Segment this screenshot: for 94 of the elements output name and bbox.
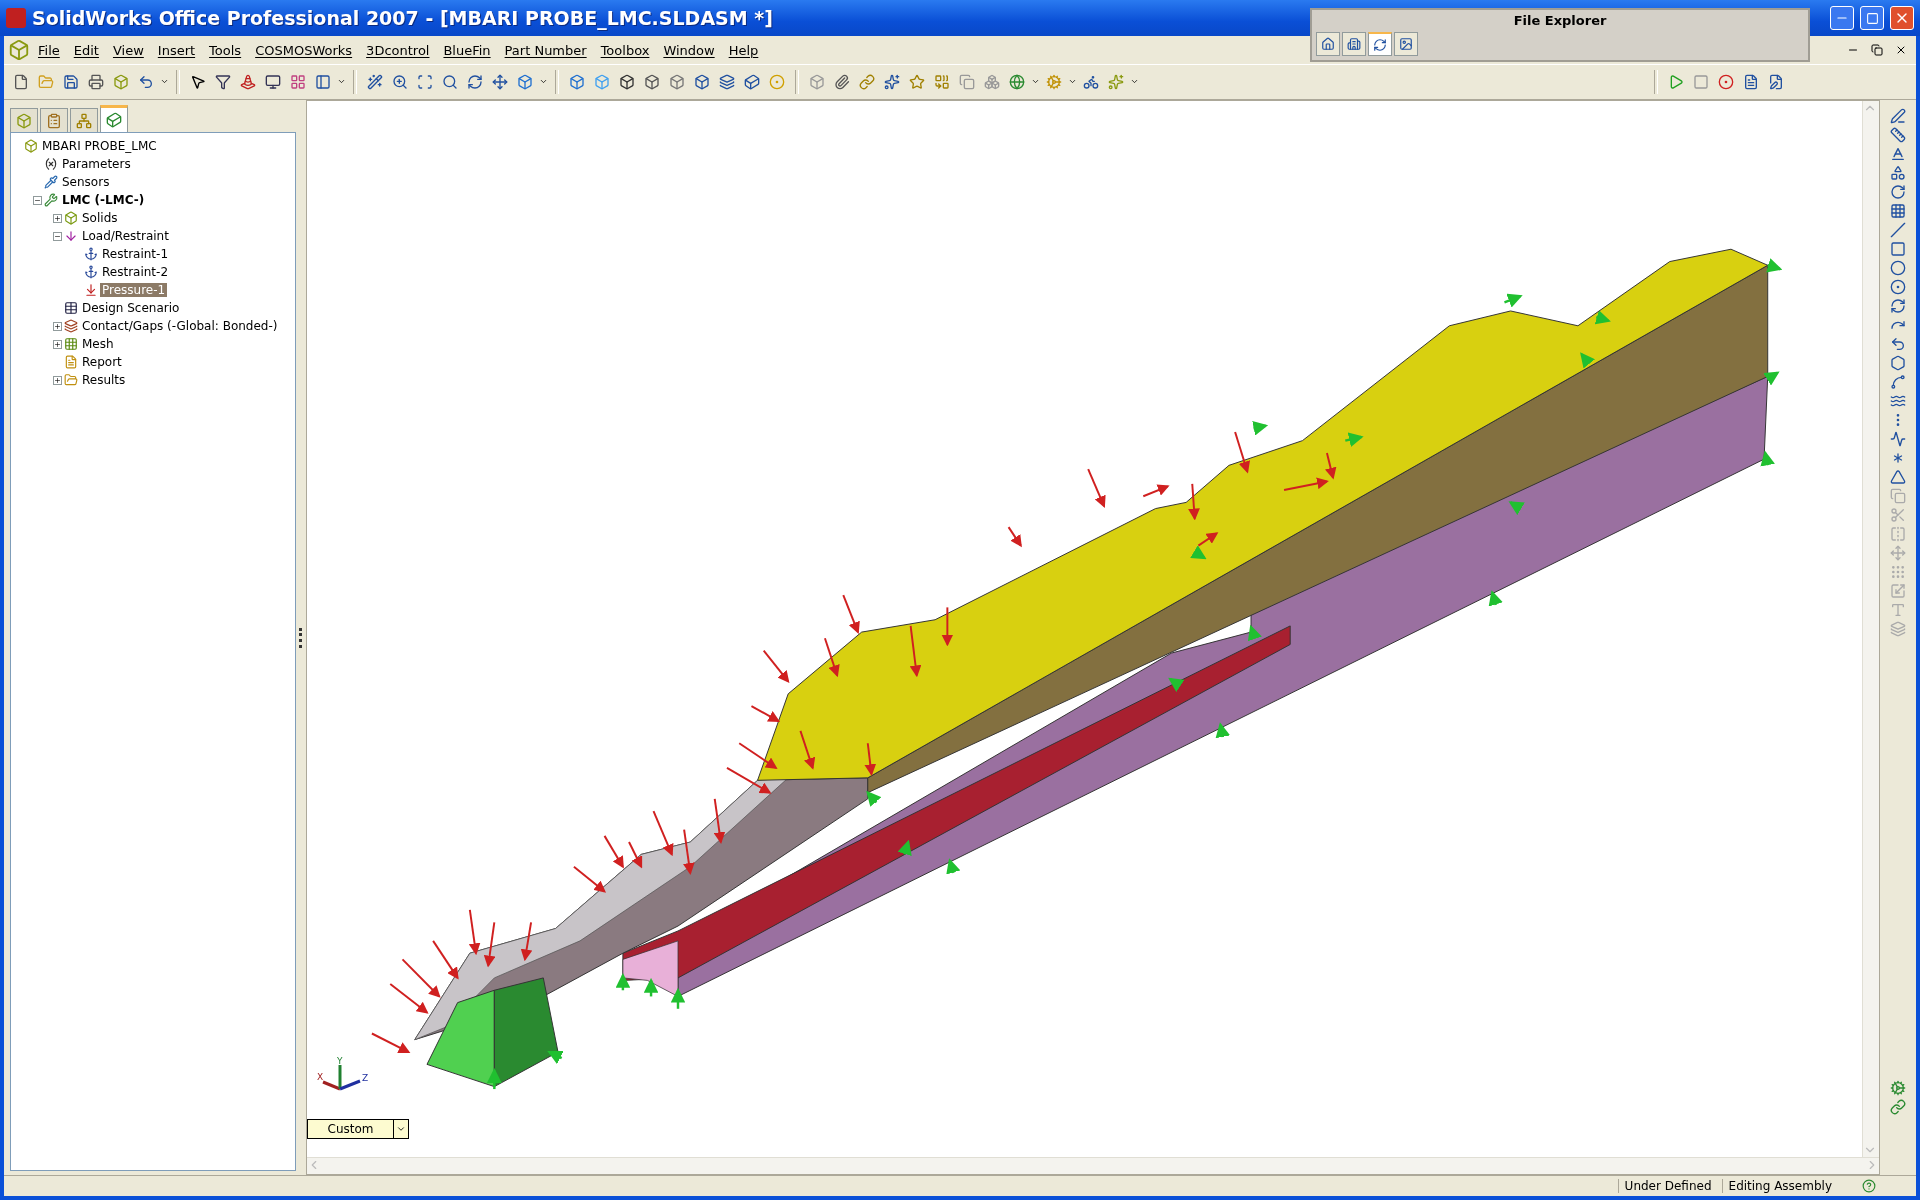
- plus-icon: [54, 322, 61, 330]
- tree-item[interactable]: LMC (-LMC-): [60, 193, 147, 207]
- menu-item[interactable]: Part Number: [498, 40, 593, 60]
- building-icon: [1347, 37, 1361, 51]
- tree-item[interactable]: Results: [80, 373, 128, 387]
- close-icon: [1895, 44, 1907, 56]
- cube-icon: [64, 211, 78, 225]
- minimize-button[interactable]: [1830, 6, 1854, 30]
- plus-icon: [54, 376, 61, 384]
- grid-icon[interactable]: [1890, 203, 1906, 219]
- circle-icon[interactable]: [1890, 260, 1906, 276]
- maximize-button[interactable]: [1860, 6, 1884, 30]
- spline-icon[interactable]: [1890, 374, 1906, 390]
- explorer-tab[interactable]: [1316, 32, 1340, 56]
- panel-tab[interactable]: [70, 108, 98, 132]
- menu-item[interactable]: View: [106, 40, 150, 60]
- tree-item[interactable]: Contact/Gaps (-Global: Bonded-): [80, 319, 280, 333]
- status-text: Editing Assembly: [1721, 1179, 1838, 1193]
- variable-icon: [44, 157, 58, 171]
- axis-triad-drawing: X Y Z: [315, 1057, 375, 1097]
- assembly-icon[interactable]: [8, 39, 30, 61]
- curve-icon[interactable]: [1890, 393, 1906, 409]
- rectangle-icon[interactable]: [1890, 241, 1906, 257]
- menu-item[interactable]: Tools: [203, 40, 248, 60]
- cube-icon: [106, 112, 122, 128]
- menu-item[interactable]: Edit: [67, 40, 105, 60]
- link-icon[interactable]: [1890, 1099, 1906, 1115]
- tree-item[interactable]: Report: [80, 355, 124, 369]
- arrow-icon: [64, 229, 78, 243]
- menu-item[interactable]: BlueFin: [437, 40, 497, 60]
- panel-title: File Explorer: [1512, 12, 1608, 30]
- anchor-icon: [84, 265, 98, 279]
- report-icon: [64, 355, 78, 369]
- window-title: SolidWorks Office Professional 2007 - [MBARI PROBE_LMC.SLDASM *]: [32, 7, 773, 29]
- grid-icon: [64, 337, 78, 351]
- expand-toggle[interactable]: [33, 195, 42, 205]
- explorer-tab[interactable]: [1394, 32, 1418, 56]
- tree-item[interactable]: Solids: [80, 211, 120, 225]
- anchor-icon: [84, 247, 98, 261]
- layers-icon: [64, 319, 78, 333]
- clipboard-icon: [46, 112, 62, 129]
- plus-icon: [54, 214, 61, 222]
- hierarchy-icon: [76, 112, 92, 129]
- tree-item[interactable]: Restraint-1: [100, 247, 171, 261]
- menu-item[interactable]: Insert: [151, 40, 202, 60]
- refresh-icon: [1373, 37, 1387, 52]
- expand-toggle[interactable]: [53, 231, 62, 241]
- assembly-icon: [24, 139, 38, 153]
- wave-icon[interactable]: [1890, 431, 1906, 447]
- explorer-tab[interactable]: [1368, 32, 1392, 56]
- expand-toggle[interactable]: [53, 213, 62, 223]
- shapes-icon[interactable]: [1890, 165, 1906, 181]
- gear-icon[interactable]: [1890, 1080, 1906, 1096]
- maximize-icon: [1865, 11, 1879, 25]
- tree-item[interactable]: Sensors: [60, 175, 112, 189]
- menu-item[interactable]: COSMOSWorks: [249, 40, 359, 60]
- image-icon: [1399, 37, 1413, 51]
- tree-item[interactable]: Pressure-1: [100, 283, 168, 297]
- tree-item[interactable]: Mesh: [80, 337, 116, 351]
- baseline-icon[interactable]: [1890, 146, 1906, 162]
- tree-item[interactable]: MBARI PROBE_LMC: [40, 139, 159, 153]
- line-icon[interactable]: [1890, 222, 1906, 238]
- menu-item[interactable]: 3Dcontrol: [360, 40, 436, 60]
- panel-tab[interactable]: [100, 105, 128, 132]
- home-icon: [1321, 37, 1335, 51]
- menu-item[interactable]: File: [32, 40, 66, 60]
- tree-item[interactable]: Load/Restraint: [80, 229, 171, 243]
- wrench-icon: [44, 193, 58, 207]
- tree-item[interactable]: Restraint-2: [100, 265, 171, 279]
- table-icon: [64, 301, 78, 315]
- ruler-icon[interactable]: [1890, 127, 1906, 143]
- plus-icon: [54, 340, 61, 348]
- tree-item[interactable]: Design Scenario: [80, 301, 182, 315]
- rotate-icon[interactable]: [1890, 184, 1906, 200]
- menu-item[interactable]: Window: [657, 40, 721, 60]
- view-dropdown[interactable]: Custom: [307, 1119, 409, 1139]
- help-icon[interactable]: [1862, 1179, 1876, 1193]
- menu-item[interactable]: Toolbox: [594, 40, 656, 60]
- panel-tab[interactable]: [40, 108, 68, 132]
- polygon-icon[interactable]: [1890, 355, 1906, 371]
- expand-toggle[interactable]: [53, 339, 62, 349]
- app-logo-icon: [6, 8, 26, 28]
- menu-item[interactable]: Help: [722, 40, 765, 60]
- explorer-tab[interactable]: [1342, 32, 1366, 56]
- circle-icon[interactable]: [1890, 279, 1906, 295]
- triangle-icon[interactable]: [1890, 469, 1906, 485]
- restore-icon: [1871, 44, 1883, 56]
- expand-toggle[interactable]: [53, 321, 62, 331]
- status-text: Under Defined: [1617, 1179, 1718, 1193]
- folder-icon: [64, 373, 78, 387]
- expand-toggle[interactable]: [53, 375, 62, 385]
- tree-item[interactable]: Parameters: [60, 157, 133, 171]
- cube-icon: [16, 112, 32, 129]
- sketch-icon[interactable]: [1890, 108, 1906, 124]
